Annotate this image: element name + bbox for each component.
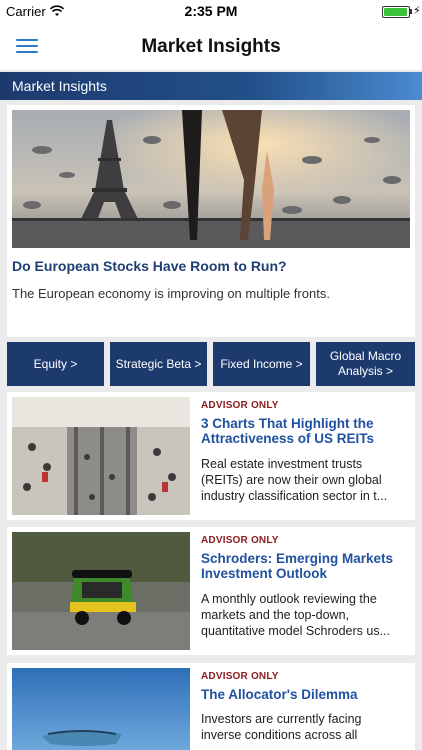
category-equity-button[interactable]: Equity > (7, 342, 104, 386)
featured-article-card[interactable]: Do European Stocks Have Room to Run? The… (7, 105, 415, 337)
article-description: A monthly outlook reviewing the markets … (201, 592, 390, 638)
featured-article-image (12, 110, 410, 248)
article-card-allocators-dilemma[interactable]: ADVISOR ONLY The Allocator's Dilemma Inv… (7, 663, 415, 750)
article-thumbnail (12, 397, 190, 515)
section-title: Market Insights (12, 78, 107, 94)
article-description: Investors are currently facing inverse c… (201, 712, 362, 742)
category-fixed-income-button[interactable]: Fixed Income > (213, 342, 310, 386)
advisor-only-badge: ADVISOR ONLY (201, 400, 279, 411)
article-card-reits[interactable]: ADVISOR ONLY 3 Charts That Highlight the… (7, 392, 415, 520)
category-strategic-beta-button[interactable]: Strategic Beta > (110, 342, 207, 386)
article-title[interactable]: The Allocator's Dilemma (201, 687, 405, 702)
advisor-only-badge: ADVISOR ONLY (201, 535, 279, 546)
article-card-emerging-markets[interactable]: ADVISOR ONLY Schroders: Emerging Markets… (7, 527, 415, 655)
battery-icon: ⚡ (382, 5, 421, 18)
page-title: Market Insights (141, 36, 281, 57)
article-title[interactable]: Schroders: Emerging Markets Investment O… (201, 551, 405, 581)
status-bar: Carrier 2:35 PM ⚡ (0, 0, 422, 24)
featured-article-title[interactable]: Do European Stocks Have Room to Run? (12, 258, 410, 274)
article-description: Real estate investment trusts (REITs) ar… (201, 457, 388, 503)
article-thumbnail (12, 668, 190, 750)
category-global-macro-button[interactable]: Global Macro Analysis > (316, 342, 415, 386)
section-header: Market Insights (0, 72, 422, 100)
article-title[interactable]: 3 Charts That Highlight the Attractivene… (201, 416, 405, 446)
navigation-bar: Market Insights (0, 24, 422, 70)
advisor-only-badge: ADVISOR ONLY (201, 671, 279, 682)
clock: 2:35 PM (184, 3, 238, 19)
featured-article-description: The European economy is improving on mul… (12, 286, 330, 301)
article-thumbnail (12, 532, 190, 650)
